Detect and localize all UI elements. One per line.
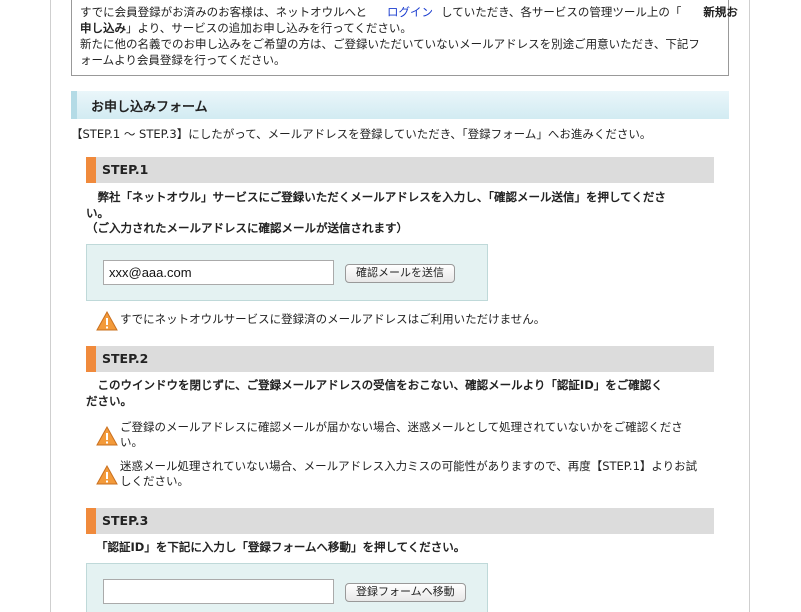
step3-bar: STEP.3 (86, 508, 714, 534)
step2-warning-1-line-1: ご登録のメールアドレスに確認メールが届かない場合、迷惑メールとして処理されていな… (120, 420, 683, 434)
step1-input-box: 確認メールを送信 (86, 244, 488, 301)
step3-description: 「認証ID」を下記に入力し「登録フォームへ移動」を押してください。 (96, 540, 656, 556)
step3-desc-line-1: 「認証ID」を下記に入力し「登録フォームへ移動」を押してください。 (96, 540, 466, 554)
step1-bar: STEP.1 (86, 157, 714, 183)
step1-desc-line-3: （ご入力されたメールアドレスに確認メールが送信されます） (86, 221, 408, 235)
step2-warning-2-text: 迷惑メール処理されていない場合、メールアドレス入力ミスの可能性がありますので、再… (120, 459, 698, 489)
step2-title: STEP.2 (102, 351, 149, 366)
step3-input-box: 登録フォームへ移動 (86, 563, 488, 612)
notice-text-2a: 申し込み (80, 21, 126, 35)
notice-text-1b: していただき、各サービスの管理ツール上の「 (441, 5, 682, 19)
step1-desc-line-2: い。 (86, 205, 109, 220)
email-input[interactable] (103, 260, 334, 285)
page: すでに会員登録がお済みのお客様は、ネットオウルへと ログイン していただき、各サービ… (0, 0, 801, 612)
form-heading-title: お申し込みフォーム (91, 100, 208, 115)
member-notice-box: すでに会員登録がお済みのお客様は、ネットオウルへと ログイン していただき、各サービ… (71, 0, 738, 76)
notice-text-1c: 新規お (703, 5, 738, 19)
step1-title: STEP.1 (102, 162, 149, 177)
steps-intro-text: 【STEP.1 ～ STEP.3】にしたがって、メールアドレスを登録していただき… (71, 127, 652, 141)
step2-warning-1-text: ご登録のメールアドレスに確認メールが届かない場合、迷惑メールとして処理されていな… (120, 420, 683, 450)
step1-desc-line-1: 弊社「ネットオウル」サービスにご登録いただくメールアドレスを入力し、「確認メール… (86, 190, 666, 204)
step1-description: 弊社「ネットオウル」サービスにご登録いただくメールアドレスを入力し、「確認メール… (86, 190, 666, 237)
step1-warning-text: すでにネットオウルサービスに登録済のメールアドレスはご利用いただけません。 (120, 312, 546, 326)
notice-text-1a: すでに会員登録がお済みのお客様は、ネットオウルへと (80, 5, 368, 19)
warning-triangle-icon (96, 311, 118, 331)
step2-warning-2-line-1: 迷惑メール処理されていない場合、メールアドレス入力ミスの可能性がありますので、再… (120, 459, 698, 473)
step2-warning-1-line-2: い。 (120, 435, 143, 449)
step2-warning-2-line-2: しください。 (120, 474, 189, 488)
send-confirmation-email-button[interactable]: 確認メールを送信 (345, 264, 455, 283)
login-link[interactable]: ログイン (387, 5, 433, 19)
notice-text-2b: 」より、サービスの追加お申し込みを行ってください。 (126, 21, 412, 35)
notice-line-2: 申し込み」より、サービスの追加お申し込みを行ってください。 (80, 20, 720, 36)
step2-desc-line-1: このウインドウを閉じずに、ご登録メールアドレスの受信をおこない、確認メールより「… (86, 378, 663, 392)
step2-desc-line-2: ださい。 (86, 393, 132, 408)
step2-bar: STEP.2 (86, 346, 714, 372)
warning-triangle-icon (96, 426, 118, 446)
notice-line-1: すでに会員登録がお済みのお客様は、ネットオウルへと ログイン していただき、各サービ… (80, 4, 738, 20)
go-to-registration-form-button[interactable]: 登録フォームへ移動 (345, 583, 466, 602)
warning-triangle-icon (96, 465, 118, 485)
step2-description: このウインドウを閉じずに、ご登録メールアドレスの受信をおこない、確認メールより「… (86, 378, 663, 409)
notice-line-4: ォームより会員登録を行ってください。 (80, 53, 286, 67)
step3-title: STEP.3 (102, 513, 149, 528)
auth-id-input[interactable] (103, 579, 334, 604)
notice-line-3: 新たに他の名義でのお申し込みをご希望の方は、ご登録いただいていないメールアドレス… (80, 37, 700, 51)
form-heading-bar: お申し込みフォーム (71, 91, 729, 119)
